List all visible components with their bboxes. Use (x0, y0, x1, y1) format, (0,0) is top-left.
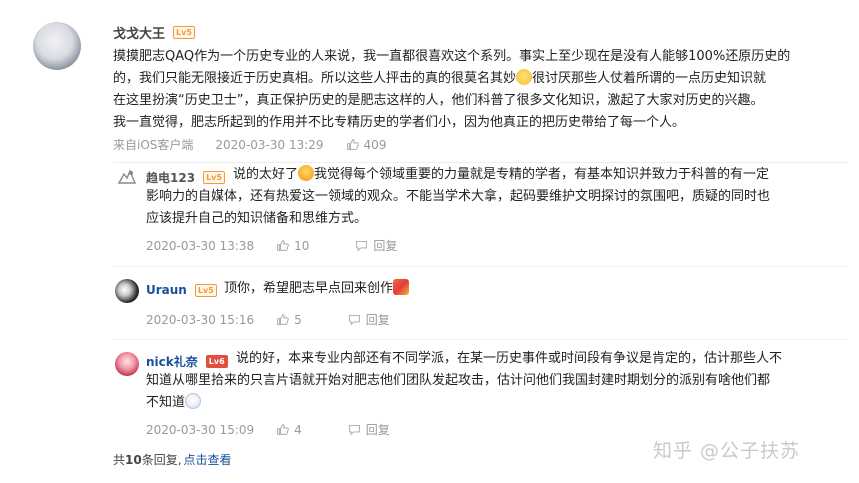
like-button[interactable]: 4 (276, 423, 302, 437)
username[interactable]: 戈戈大王 (113, 23, 165, 42)
avatar[interactable] (117, 168, 137, 186)
level-badge: Lv5 (194, 283, 217, 297)
watermark: 知乎 @公子扶苏 (653, 440, 801, 462)
reply-label: 回复 (365, 313, 390, 327)
comment-text: 摸摸肥志QAQ作为一个历史专业的人来说，我一直都很喜欢这个系列。事实上至少现在是… (113, 46, 843, 134)
avatar[interactable] (33, 22, 81, 70)
reply-meta: 2020-03-30 15:16 5 回复 (146, 311, 390, 328)
like-count: 5 (294, 312, 302, 327)
thumbs-up-icon (277, 424, 289, 435)
comment-line: 我一直觉得，肥志所起到的作用并不比专精历史的学者们小，因为他真正的把历史带给了每… (113, 115, 686, 130)
cheer-emoji-icon (393, 279, 410, 295)
reply-text: 说的好，本来专业内部还有不同学派，在某一历史事件或时间段有争议是肯定的，估计那些… (146, 348, 836, 414)
reply-line-text: 不知道 (146, 395, 186, 410)
comment-line-text: 很讨厌那些人仗着所谓的一点历史知识就 (532, 71, 767, 86)
reply-button[interactable]: 回复 (355, 237, 397, 254)
divider (113, 339, 848, 340)
like-count: 4 (294, 422, 302, 437)
reply-line: 说的太好了 我觉得每个领域重要的力量就是专精的学者，有基本知识并致力于科普的有一定 (146, 164, 836, 186)
divider (113, 162, 848, 163)
reply-line: 说的好，本来专业内部还有不同学派，在某一历史事件或时间段有争议是肯定的，估计那些… (236, 351, 783, 366)
reply-line-text: 顶你，希望肥志早点回来创作 (224, 281, 394, 296)
reply-count: 10 (125, 453, 142, 467)
thumbs-up-icon (346, 139, 359, 150)
reply-line-text: 说的太好了 (233, 167, 299, 182)
reply-button[interactable]: 回复 (348, 311, 390, 328)
view-all-replies-link[interactable]: 点击查看 (184, 453, 232, 467)
reply-count-footer: 共10条回复, 点击查看 (113, 451, 232, 468)
level-badge: Lv5 (173, 26, 195, 39)
smile-emoji-icon (516, 69, 533, 85)
reply-line: 不知道 (146, 392, 836, 414)
comment-meta: 来自iOS客户端 2020-03-30 13:29 409 (113, 136, 386, 153)
thumbs-up-icon (277, 314, 289, 325)
username[interactable]: Uraun (146, 283, 187, 297)
count-suffix: 条回复, (141, 453, 182, 467)
avatar[interactable] (115, 279, 139, 303)
like-button[interactable]: 10 (276, 239, 309, 253)
like-count: 409 (363, 137, 387, 152)
reply-time: 2020-03-30 13:38 (146, 238, 255, 253)
thumbs-up-icon (277, 240, 289, 251)
chat-bubble-icon (348, 424, 360, 436)
comment-line: 在这里扮演“历史卫士”，真正保护历史的是肥志这样的人，他们科普了很多文化知识，激… (113, 93, 764, 108)
chat-bubble-icon (356, 240, 368, 252)
divider (113, 266, 848, 267)
reply-label: 回复 (365, 423, 390, 437)
reply-time: 2020-03-30 15:16 (146, 312, 255, 327)
reply-meta: 2020-03-30 13:38 10 回复 (146, 237, 397, 254)
comment-line: 的，我们只能无限接近于历史真相。所以这些人抨击的真的很莫名其妙 很讨厌那些人仗着所… (113, 68, 843, 90)
reply-line: 影响力的自媒体，还有热爱这一领域的观众。不能当学术大拿，起码要维护文明探讨的氛围… (146, 189, 771, 204)
reply-button[interactable]: 回复 (348, 421, 390, 438)
reply-line: 应该提升自己的知识储备和思维方式。 (146, 211, 368, 226)
chat-bubble-icon (348, 314, 360, 326)
count-prefix: 共 (113, 453, 126, 467)
comment-header: 戈戈大王 Lv5 (113, 23, 195, 42)
reply-text: 顶你，希望肥志早点回来创作 (224, 278, 410, 300)
reply-header: Uraun Lv5 (146, 283, 217, 297)
reply-text: 说的太好了 我觉得每个领域重要的力量就是专精的学者，有基本知识并致力于科普的有一定… (146, 164, 836, 230)
like-button[interactable]: 5 (276, 313, 302, 327)
scream-emoji-icon (298, 165, 315, 181)
shy-emoji-icon (185, 393, 202, 409)
avatar[interactable] (115, 352, 139, 376)
like-count: 10 (294, 238, 310, 253)
comment-line-text: 的，我们只能无限接近于历史真相。所以这些人抨击的真的很莫名其妙 (113, 71, 517, 86)
like-button[interactable]: 409 (346, 137, 387, 152)
client-source: 来自iOS客户端 (113, 138, 194, 152)
reply-time: 2020-03-30 15:09 (146, 422, 255, 437)
comment-line: 摸摸肥志QAQ作为一个历史专业的人来说，我一直都很喜欢这个系列。事实上至少现在是… (113, 49, 791, 64)
reply-label: 回复 (373, 239, 398, 253)
comment-time: 2020-03-30 13:29 (215, 137, 324, 152)
reply-line-text: 我觉得每个领域重要的力量就是专精的学者，有基本知识并致力于科普的有一定 (314, 167, 770, 182)
reply-line: 知道从哪里拾来的只言片语就开始对肥志他们团队发起攻击，估计问他们我国封建时期划分… (146, 373, 771, 388)
reply-meta: 2020-03-30 15:09 4 回复 (146, 421, 390, 438)
